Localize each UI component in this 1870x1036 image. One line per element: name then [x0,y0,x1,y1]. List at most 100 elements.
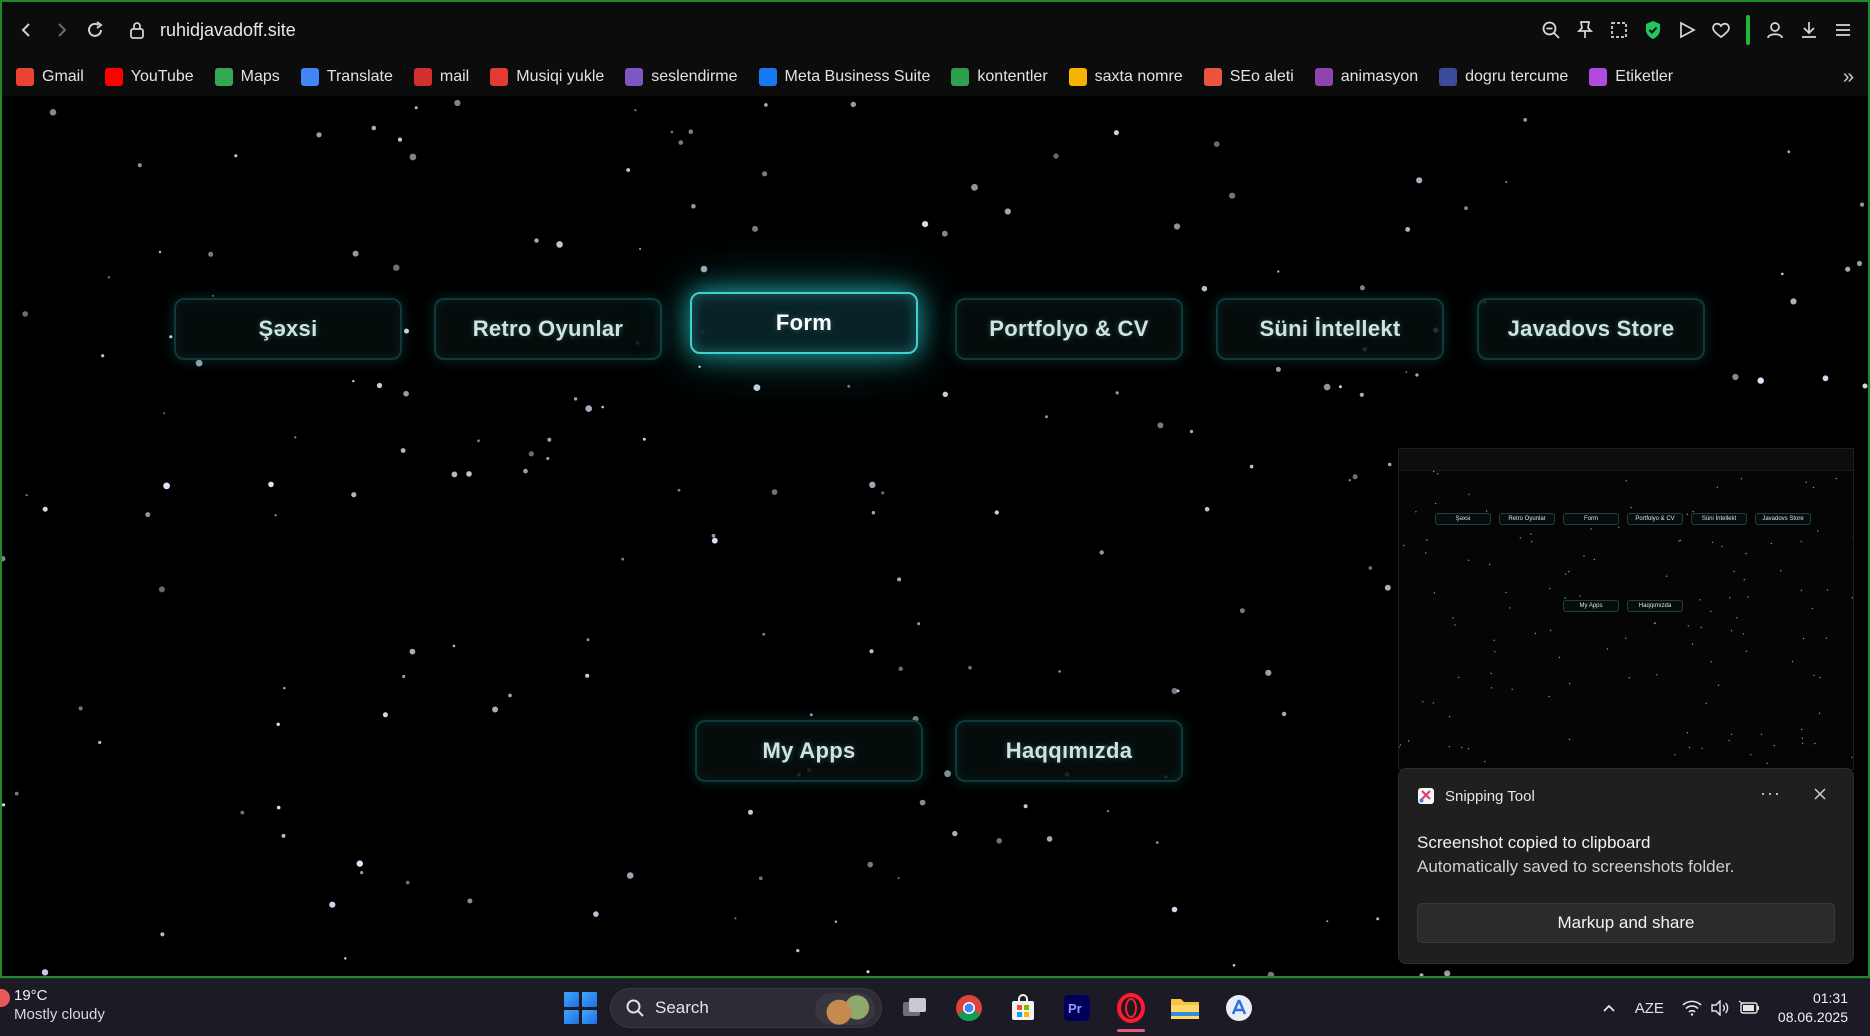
music-icon [490,68,509,86]
bookmark-3[interactable]: Translate [300,68,393,86]
bookmark-5[interactable]: Musiqi yukle [490,68,604,86]
star [1565,573,1567,575]
star [688,129,694,134]
star [1705,702,1707,704]
star [698,365,701,368]
star [971,183,978,191]
star [1505,591,1507,594]
star [942,391,948,397]
chrome-icon[interactable] [948,986,990,1030]
bookmark-label: Translate [326,68,393,85]
menu-button-0[interactable]: Şəxsi [174,298,402,360]
bookmark-11[interactable]: animasyon [1314,68,1418,86]
forward-icon[interactable] [44,13,78,47]
profile-icon[interactable] [1760,13,1790,47]
back-icon[interactable] [10,13,44,47]
bookmark-4[interactable]: mail [413,68,469,86]
menu-icon[interactable] [1828,13,1858,47]
microsoft-store-icon[interactable] [1002,986,1044,1030]
start-button[interactable] [562,990,598,1026]
wifi-icon[interactable] [1682,1000,1702,1016]
star [1665,575,1668,577]
star [1416,177,1423,184]
taskbar-search[interactable]: Search [610,988,882,1028]
battery-icon[interactable] [1738,1000,1760,1016]
star [240,810,245,815]
address-bar[interactable]: ruhidjavadoff.site [160,20,296,41]
weather-widget[interactable]: 19°C Mostly cloudy [0,987,105,1025]
menu-button-3[interactable]: Portfolyo & CV [955,298,1183,360]
close-icon[interactable] [1813,785,1827,806]
bookmark-9[interactable]: saxta nomre [1068,68,1183,86]
star [1691,643,1694,645]
bookmark-label: Etiketler [1615,68,1674,85]
screenshot-thumbnail[interactable]: Şəxsi Retro Oyunlar Form Portfolyo & CV Süni… [1398,448,1854,770]
heart-icon[interactable] [1706,13,1736,47]
download-icon[interactable] [1794,13,1824,47]
star [1432,702,1434,704]
star [1811,607,1814,610]
zoom-icon[interactable] [1536,13,1566,47]
pin-icon[interactable] [1570,13,1600,47]
vpn-shield-icon[interactable] [1638,13,1668,47]
star [107,276,110,279]
star [1710,661,1712,663]
star [1590,528,1592,530]
chevron-up-icon[interactable] [1601,1000,1617,1016]
star [276,722,280,726]
star [1405,227,1411,232]
bookmark-0[interactable]: Gmail [16,68,84,86]
markup-and-share-button[interactable]: Markup and share [1417,903,1835,943]
volume-icon[interactable] [1710,1000,1730,1016]
star [1618,526,1620,528]
menu-button-5[interactable]: Javadovs Store [1477,298,1705,360]
star [1750,754,1752,756]
weather-temperature: 19°C [14,987,48,1004]
star [1732,373,1739,381]
bookmark-10[interactable]: SEo aleti [1203,68,1294,86]
star [1434,502,1437,505]
opera-icon[interactable] [1110,986,1152,1032]
star [414,106,418,110]
bookmark-6[interactable]: seslendirme [625,68,738,86]
file-explorer-icon[interactable] [1164,986,1206,1030]
bookmark-8[interactable]: kontentler [951,68,1048,86]
star [639,247,642,251]
menu-button-4[interactable]: Süni İntellekt [1216,298,1444,360]
menu-bottom-button-0[interactable]: My Apps [695,720,923,782]
bookmark-2[interactable]: Maps [214,68,280,86]
snapshot-icon[interactable] [1604,13,1634,47]
bookmark-1[interactable]: YouTube [104,68,194,86]
star [764,103,768,107]
star [158,250,162,254]
menu-button-1[interactable]: Retro Oyunlar [434,298,662,360]
language-indicator[interactable]: AZE [1635,1000,1664,1017]
reload-icon[interactable] [78,13,112,47]
premiere-pro-icon[interactable]: Pr [1056,986,1098,1030]
bookmark-12[interactable]: dogru tercume [1439,68,1568,86]
star [1448,746,1450,748]
app-store-icon[interactable] [1218,986,1260,1030]
clock[interactable]: 01:31 08.06.2025 [1778,989,1848,1027]
star [1851,756,1853,758]
bookmarks-overflow-icon[interactable]: » [1843,66,1854,89]
star [1787,150,1791,154]
more-options-icon[interactable]: ··· [1760,783,1781,804]
menu-bottom-button-1[interactable]: Haqqımızda [955,720,1183,782]
star [1405,371,1408,374]
snipping-tool-icon [1418,788,1434,804]
bookmark-13[interactable]: Etiketler [1589,68,1673,86]
send-icon[interactable] [1672,13,1702,47]
lock-icon[interactable] [122,13,152,47]
star [1265,669,1272,676]
star [1464,206,1468,211]
star [586,638,590,642]
star [1800,540,1802,543]
bookmark-7[interactable]: Meta Business Suite [758,68,930,86]
star [1745,552,1747,555]
star [601,405,604,409]
task-view-icon[interactable] [894,986,936,1030]
menu-button-2[interactable]: Form [690,292,918,354]
star [546,456,550,461]
star [1494,651,1496,653]
